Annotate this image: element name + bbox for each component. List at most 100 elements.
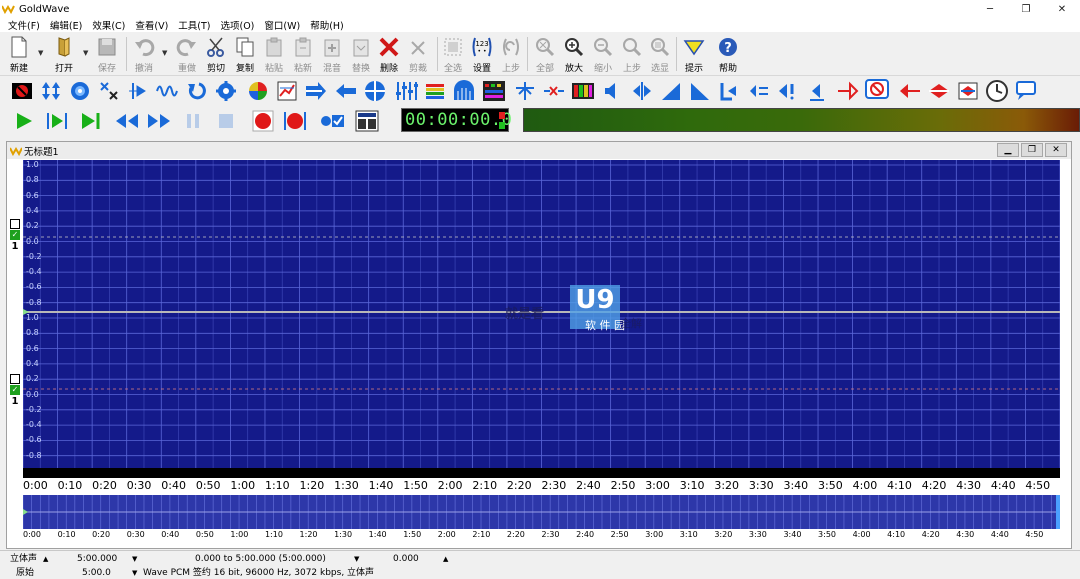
time-led-green	[499, 122, 505, 129]
y-axis-label: -0.2	[26, 251, 42, 261]
fx-arrow-split-icon[interactable]	[125, 79, 151, 103]
fx-loop-back-icon[interactable]	[183, 79, 209, 103]
status-channel-arrow-icon[interactable]: ▲	[43, 552, 48, 566]
status-length-arrow-icon[interactable]: ▼	[132, 552, 137, 566]
overview-ruler-label: 3:00	[645, 530, 664, 539]
properties-icon	[355, 110, 379, 132]
fx-chat-icon[interactable]	[1013, 79, 1039, 103]
fx-ramp-up-icon[interactable]	[658, 79, 684, 103]
fx-arrows-in-icon[interactable]	[629, 79, 655, 103]
fx-volume-eq-icon[interactable]	[746, 79, 772, 103]
fx-arrow-right-double-icon[interactable]	[303, 79, 329, 103]
overview-ruler-label: 1:00	[230, 530, 249, 539]
y-axis-label: 1.0	[26, 313, 39, 322]
y-axis-label: 0.4	[26, 205, 39, 215]
overview-ruler-label: 0:50	[195, 530, 214, 539]
fx-color-wheel-icon[interactable]	[245, 79, 271, 103]
play-button[interactable]	[10, 108, 38, 134]
play-icon	[17, 113, 32, 129]
menu-edit[interactable]: 编辑(E)	[45, 18, 87, 32]
properties-button[interactable]	[353, 108, 381, 134]
record-selection-button[interactable]	[281, 108, 309, 134]
fx-spectrum-icon[interactable]	[422, 79, 448, 103]
fx-volume-max-icon[interactable]	[775, 79, 801, 103]
fx-diamond-split-icon[interactable]	[926, 79, 952, 103]
stop-button[interactable]	[212, 108, 240, 134]
status-format: Wave PCM 签约 16 bit, 96000 Hz, 3072 kbps,…	[143, 568, 375, 578]
menu-tools[interactable]: 工具(T)	[173, 18, 215, 32]
fx-x-arrows-icon[interactable]	[96, 79, 122, 103]
fx-chart-icon[interactable]	[274, 79, 300, 103]
undo-button[interactable]: 撤消	[127, 35, 161, 75]
menu-effects[interactable]: 效果(C)	[87, 18, 130, 32]
doc-minimize-button[interactable]: ▁	[997, 143, 1019, 157]
pause-button[interactable]	[179, 108, 207, 134]
fx-speaker-icon[interactable]	[599, 79, 625, 103]
status-position-arrow-icon[interactable]: ▲	[443, 552, 448, 566]
fx-diamond-red-icon[interactable]	[897, 79, 923, 103]
doc-close-button[interactable]: ✕	[1045, 143, 1067, 157]
overview-ruler-label: 2:30	[541, 530, 560, 539]
menu-file[interactable]: 文件(F)	[3, 18, 45, 32]
fx-equalizer-icon[interactable]	[393, 79, 419, 103]
cue-tool-button[interactable]	[318, 108, 346, 134]
fx-speaker-low-icon[interactable]	[804, 79, 830, 103]
status-selection-arrow-icon[interactable]: ▼	[354, 552, 359, 566]
fx-no-sign-icon[interactable]	[864, 79, 890, 103]
trim-icon	[406, 35, 430, 59]
menu-view[interactable]: 查看(V)	[130, 18, 173, 32]
previous-button[interactable]: 上步	[494, 35, 528, 75]
fx-diamond-arrow-icon[interactable]	[835, 79, 861, 103]
fx-arch-icon[interactable]	[451, 79, 477, 103]
maximize-button[interactable]: ❐	[1008, 0, 1044, 18]
fx-arrow-left-icon[interactable]	[333, 79, 359, 103]
status-length-2: 5:00.0	[82, 568, 111, 578]
time-ruler[interactable]: 0:00 0:10 0:20 0:30 0:40 0:50 1:00 1:10 1:20 1:30…	[23, 478, 1060, 494]
fx-plus-circle-icon[interactable]	[362, 79, 388, 103]
trim-button[interactable]: 剪裁	[401, 35, 435, 75]
fx-gear-icon[interactable]	[213, 79, 239, 103]
time-ruler-label: 2:20	[506, 479, 532, 492]
fx-globe-icon[interactable]	[67, 79, 93, 103]
overview-ruler-label: 4:20	[921, 530, 940, 539]
overview-display[interactable]	[23, 495, 1060, 529]
new-button[interactable]: 新建	[2, 35, 36, 75]
status-format-arrow-icon[interactable]: ▼	[132, 566, 137, 579]
save-button[interactable]: 保存	[90, 35, 124, 75]
fast-forward-button[interactable]	[145, 108, 173, 134]
close-button[interactable]: ✕	[1044, 0, 1080, 18]
y-axis-label: 0.2	[26, 221, 39, 231]
fx-updown-arrows-icon[interactable]	[38, 79, 64, 103]
fast-forward-icon	[148, 114, 170, 128]
status-channel[interactable]: 立体声	[10, 552, 37, 566]
record-button[interactable]	[249, 108, 277, 134]
minimize-button[interactable]: ─	[972, 0, 1008, 18]
record-icon	[252, 110, 274, 132]
play-end-button[interactable]	[76, 108, 104, 134]
fx-grid-meter-icon[interactable]	[481, 79, 507, 103]
play-selection-button[interactable]	[43, 108, 71, 134]
fx-color-bars-icon[interactable]	[570, 79, 596, 103]
status-length: 5:00.000	[77, 554, 118, 564]
play-end-icon	[82, 113, 100, 129]
menu-window[interactable]: 窗口(W)	[259, 18, 305, 32]
rewind-button[interactable]	[113, 108, 141, 134]
fx-diamond-box-icon[interactable]	[955, 79, 981, 103]
fx-pitch-icon[interactable]	[512, 79, 538, 103]
help-button[interactable]: ? 帮助	[711, 35, 745, 75]
zoom-selection-button[interactable]: 选显	[643, 35, 677, 75]
fx-stop-sign-icon[interactable]	[9, 79, 35, 103]
new-dropdown-icon[interactable]: ▼	[38, 49, 46, 57]
fx-ramp-down-icon[interactable]	[687, 79, 713, 103]
menu-options[interactable]: 选项(O)	[216, 18, 260, 32]
document-titlebar[interactable]: 无标题1 ▁ ❐ ✕	[7, 142, 1071, 159]
cue-button[interactable]: 提示	[677, 35, 711, 75]
open-button[interactable]: 打开	[47, 35, 81, 75]
undo-dropdown-icon[interactable]: ▼	[162, 49, 170, 57]
fx-clock-icon[interactable]	[984, 79, 1010, 103]
menu-help[interactable]: 帮助(H)	[305, 18, 349, 32]
fx-wave-icon[interactable]	[154, 79, 180, 103]
fx-arrows-x-icon[interactable]	[541, 79, 567, 103]
doc-restore-button[interactable]: ❐	[1021, 143, 1043, 157]
fx-bracket-icon[interactable]	[716, 79, 742, 103]
